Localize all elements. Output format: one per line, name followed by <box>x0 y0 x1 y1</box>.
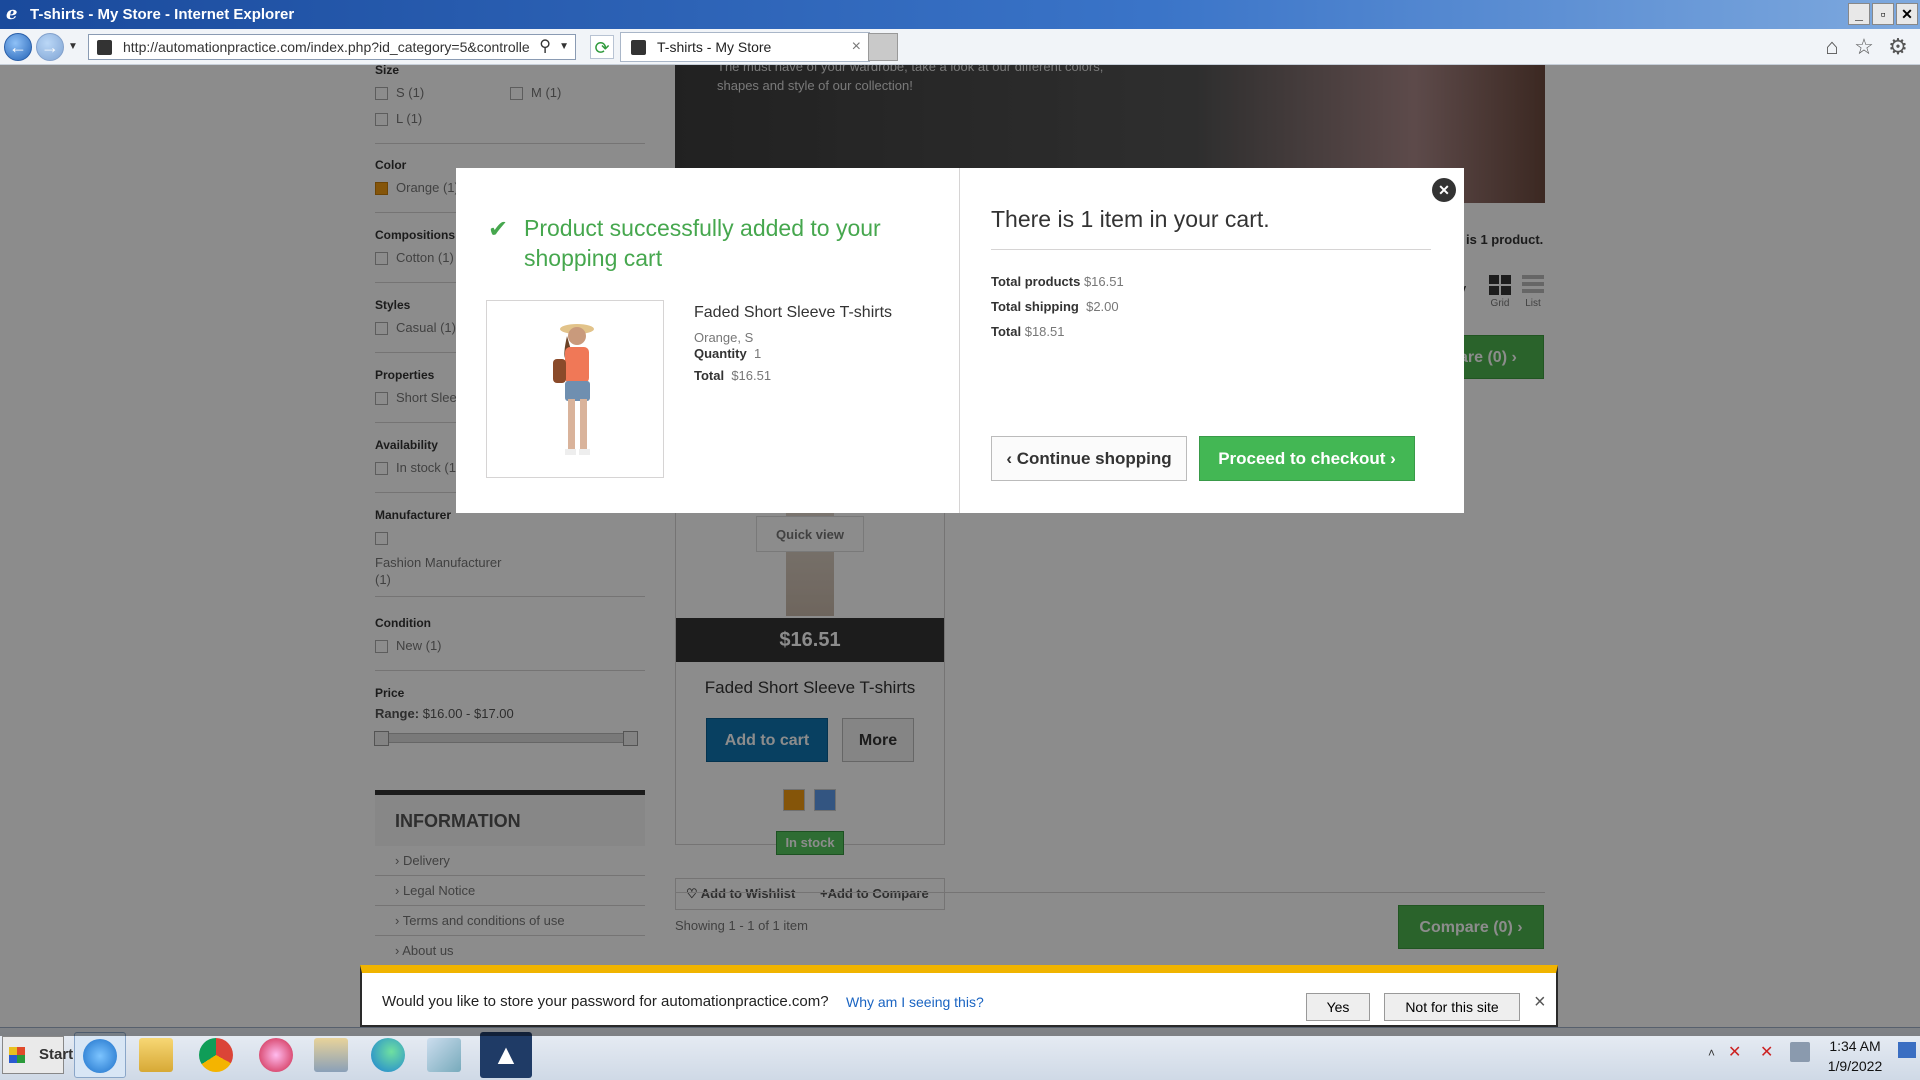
modal-product-name: Faded Short Sleeve T-shirts <box>694 304 893 321</box>
product-thumbnail <box>486 300 664 478</box>
home-icon[interactable]: ⌂ <box>1820 35 1844 59</box>
internet-explorer-taskbar-icon[interactable] <box>74 1032 126 1078</box>
clock-date: 1/9/2022 <box>1827 1058 1883 1074</box>
internet-explorer-icon: e <box>6 3 18 24</box>
modal-close-icon[interactable]: ✕ <box>1432 178 1456 202</box>
window-title: T-shirts - My Store - Internet Explorer <box>30 6 295 23</box>
modal-product-panel: ✔ Product successfully added to your sho… <box>456 168 960 513</box>
cart-confirmation-modal: ✔ Product successfully added to your sho… <box>456 168 1464 513</box>
network-error-icon[interactable]: ✕ <box>1760 1042 1780 1062</box>
modal-product-attributes: Orange, S <box>694 330 754 345</box>
minimize-button[interactable]: _ <box>1848 3 1870 25</box>
web-page: Size S (1) M (1) L (1) Color Orange (1) … <box>0 65 1920 1036</box>
favorites-star-icon[interactable]: ☆ <box>1852 35 1876 59</box>
address-url: http://automationpractice.com/index.php?… <box>123 39 530 55</box>
chevron-right-icon: › <box>1390 449 1396 468</box>
not-for-this-site-button[interactable]: Not for this site <box>1384 993 1520 1021</box>
start-button[interactable]: Start <box>2 1036 73 1074</box>
show-hidden-icons[interactable]: ˄ <box>1708 1046 1715 1060</box>
action-center-icon[interactable] <box>1790 1042 1810 1062</box>
windows-flag-icon <box>9 1047 25 1063</box>
volume-muted-icon[interactable]: ✕ <box>1728 1042 1748 1062</box>
close-notification-icon[interactable]: × <box>1534 991 1546 1014</box>
new-tab-button[interactable] <box>868 33 898 61</box>
refresh-icon[interactable]: ⟳ <box>590 35 614 59</box>
snipping-tool-taskbar-icon[interactable] <box>250 1032 302 1078</box>
back-button[interactable]: ← <box>4 33 32 61</box>
address-bar[interactable]: http://automationpractice.com/index.php?… <box>88 34 576 60</box>
show-desktop-icon[interactable] <box>1898 1042 1916 1058</box>
window-title-bar: e T-shirts - My Store - Internet Explore… <box>0 0 1920 29</box>
password-question: Would you like to store your password fo… <box>382 993 829 1010</box>
total-products-row: Total products $16.51 <box>991 274 1124 289</box>
site-favicon-icon <box>97 40 112 55</box>
file-explorer-taskbar-icon[interactable] <box>130 1032 182 1078</box>
tab-favicon-icon <box>631 40 646 55</box>
clock-time: 1:34 AM <box>1829 1038 1881 1054</box>
model-image <box>553 324 594 455</box>
azure-taskbar-icon[interactable]: ▲ <box>480 1032 532 1078</box>
cart-summary-heading: There is 1 item in your cart. <box>991 206 1431 250</box>
save-password-yes-button[interactable]: Yes <box>1306 993 1370 1021</box>
control-panel-taskbar-icon[interactable] <box>305 1032 357 1078</box>
history-dropdown-icon[interactable]: ▼ <box>68 41 78 52</box>
close-window-button[interactable]: ✕ <box>1896 3 1918 25</box>
continue-shopping-button[interactable]: ‹ Continue shopping <box>991 436 1187 481</box>
notepad-taskbar-icon[interactable] <box>418 1032 470 1078</box>
browser-navigation-bar: ← → ▼ http://automationpractice.com/inde… <box>0 29 1920 65</box>
settings-gear-icon[interactable]: ⚙ <box>1886 35 1910 59</box>
system-clock[interactable]: 1:34 AM 1/9/2022 <box>1808 1036 1902 1076</box>
cart-total-row: Total $18.51 <box>991 324 1065 339</box>
tab-title: T-shirts - My Store <box>657 39 772 55</box>
search-icon[interactable]: ⚲ <box>539 35 551 59</box>
modal-line-total: Total $16.51 <box>694 368 772 383</box>
modal-quantity: Quantity 1 <box>694 346 762 361</box>
chevron-left-icon: ‹ <box>1006 449 1013 468</box>
why-am-i-seeing-this-link[interactable]: Why am I seeing this? <box>846 994 984 1010</box>
chrome-taskbar-icon[interactable] <box>190 1032 242 1078</box>
modal-cart-panel: There is 1 item in your cart. Total prod… <box>961 168 1464 513</box>
tab-t-shirts[interactable]: T-shirts - My Store × <box>620 32 870 62</box>
restore-button[interactable]: ▫ <box>1872 3 1894 25</box>
tab-close-icon[interactable]: × <box>852 33 861 61</box>
password-save-notification: Would you like to store your password fo… <box>360 965 1558 1027</box>
total-shipping-row: Total shipping $2.00 <box>991 299 1119 314</box>
proceed-to-checkout-button[interactable]: Proceed to checkout › <box>1199 436 1415 481</box>
success-message: ✔ Product successfully added to your sho… <box>488 215 881 271</box>
edge-taskbar-icon[interactable] <box>362 1032 414 1078</box>
address-dropdown-icon[interactable]: ▼ <box>559 35 569 59</box>
forward-button[interactable]: → <box>36 33 64 61</box>
checkmark-icon: ✔ <box>488 216 509 243</box>
